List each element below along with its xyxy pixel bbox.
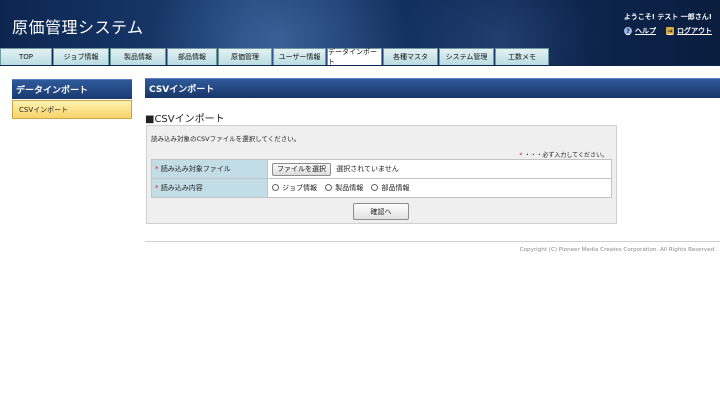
radio-parts-info[interactable]: 部品情報 [371, 183, 409, 193]
tab-masters[interactable]: 各種マスタ [383, 48, 438, 65]
radio-button[interactable] [371, 184, 379, 192]
radio-label: 製品情報 [335, 183, 364, 192]
content-label-cell: * 読み込み内容 [151, 178, 268, 198]
radio-button[interactable] [325, 184, 333, 192]
tab-job-info[interactable]: ジョブ情報 [53, 48, 109, 65]
radio-label: 部品情報 [381, 183, 410, 192]
required-mark: * [155, 165, 159, 173]
file-value-cell: ファイルを選択 選択されていません [267, 159, 612, 179]
tab-user-info[interactable]: ユーザー情報 [273, 48, 326, 65]
tab-top[interactable]: TOP [0, 48, 52, 65]
content-value-cell: ジョブ情報 製品情報 部品情報 [267, 178, 612, 198]
sidebar-item-csv-import[interactable]: CSVインポート [12, 100, 132, 119]
tab-system-admin[interactable]: システム管理 [439, 48, 494, 65]
file-status: 選択されていません [336, 165, 399, 173]
radio-job-info[interactable]: ジョブ情報 [272, 183, 317, 193]
required-note: * ・・・必ず入力してください。 [519, 150, 608, 159]
import-form-panel: 読み込み対象のCSVファイルを選択してください。 * ・・・必ず入力してください… [146, 125, 617, 224]
logout-icon: → [666, 27, 674, 35]
help-label: ヘルプ [635, 27, 656, 35]
main-tabs: TOP ジョブ情報 製品情報 部品情報 原価管理 ユーザー情報 データインポート… [0, 48, 550, 66]
radio-product-info[interactable]: 製品情報 [325, 183, 363, 193]
logout-label: ログアウト [677, 27, 712, 35]
import-form-table: * 読み込み対象ファイル ファイルを選択 選択されていません * 読み込み内容 … [151, 159, 612, 198]
section-heading: ■CSVインポート [145, 114, 225, 125]
welcome-message: ようこそ! テスト 一郎さん! [623, 13, 712, 21]
sidebar-title: データインポート [12, 79, 132, 99]
required-note-text: ・・・必ず入力してください。 [524, 152, 608, 159]
app-title: 原価管理システム [12, 18, 144, 37]
copyright: Copyright (C) Pioneer Media Creates Corp… [519, 247, 716, 253]
tab-parts-info[interactable]: 部品情報 [167, 48, 217, 65]
page-title-bar: CSVインポート [145, 78, 720, 98]
file-row: * 読み込み対象ファイル ファイルを選択 選択されていません [151, 159, 612, 179]
help-icon: ? [624, 27, 632, 35]
header-links: ? ヘルプ → ログアウト [624, 26, 712, 36]
radio-label: ジョブ情報 [282, 183, 317, 192]
radio-button[interactable] [272, 184, 279, 192]
confirm-button[interactable]: 確認へ [353, 203, 409, 220]
required-mark: * [155, 184, 159, 192]
tab-product-info[interactable]: 製品情報 [110, 48, 166, 65]
required-mark: * [519, 152, 523, 159]
tab-cost-management[interactable]: 原価管理 [218, 48, 272, 65]
help-link[interactable]: ? ヘルプ [624, 26, 656, 36]
instruction-text: 読み込み対象のCSVファイルを選択してください。 [151, 135, 301, 143]
logout-link[interactable]: → ログアウト [666, 26, 712, 36]
file-label-cell: * 読み込み対象ファイル [151, 159, 268, 179]
content-row: * 読み込み内容 ジョブ情報 製品情報 部品情報 [151, 178, 612, 198]
tab-data-import[interactable]: データインポート [327, 48, 382, 66]
choose-file-button[interactable]: ファイルを選択 [272, 162, 331, 176]
file-label: 読み込み対象ファイル [160, 165, 231, 173]
footer-divider [145, 241, 720, 242]
content-label: 読み込み内容 [160, 184, 203, 192]
tab-work-memo[interactable]: 工数メモ [495, 48, 549, 65]
